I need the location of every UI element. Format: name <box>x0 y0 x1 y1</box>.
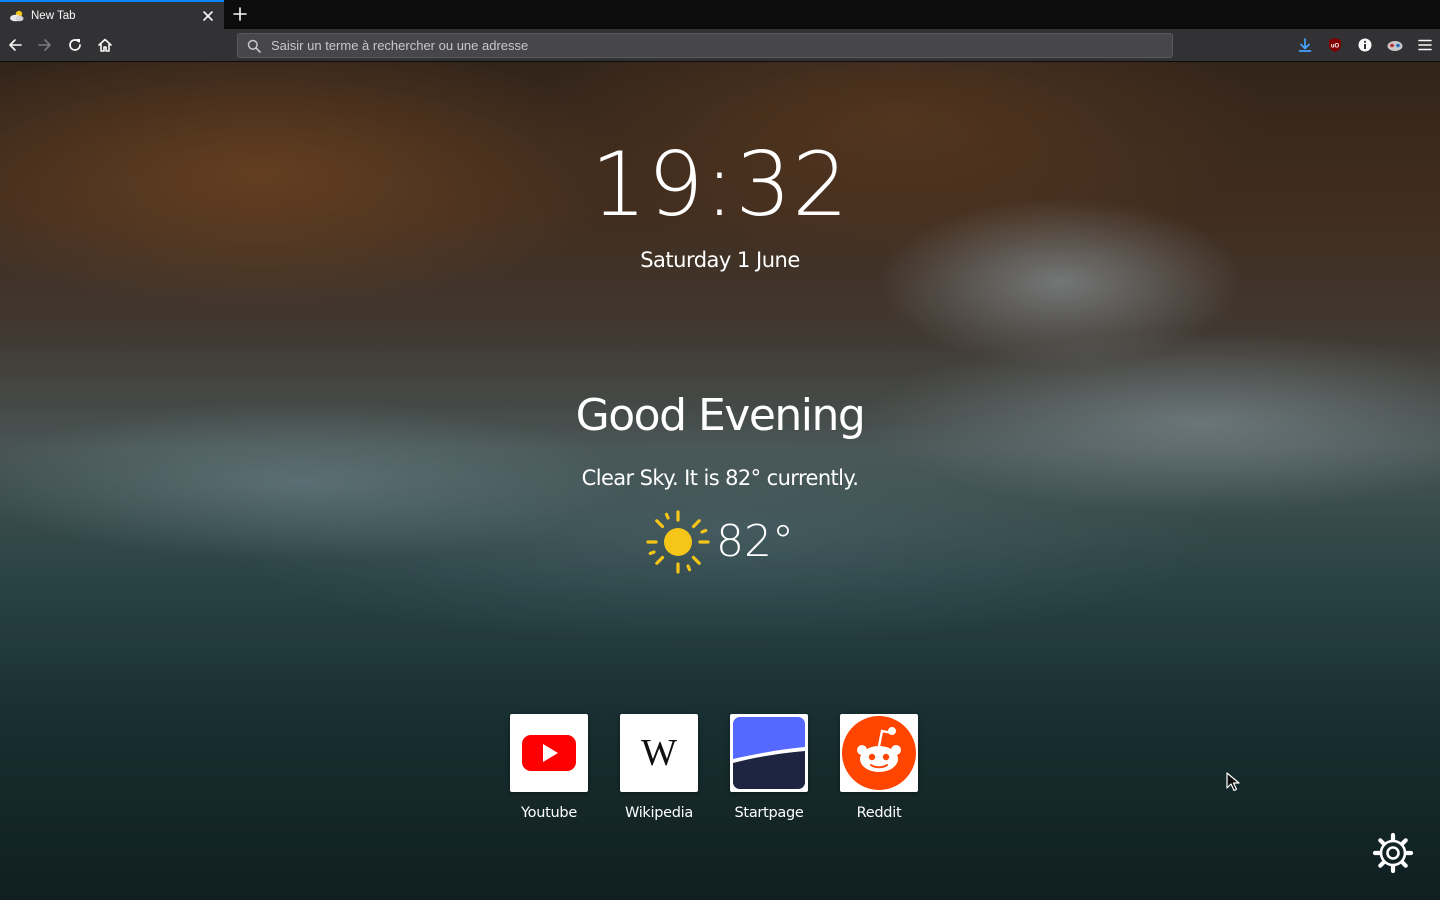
shortcut-wikipedia[interactable]: W Wikipedia <box>620 714 698 824</box>
tab-title: New Tab <box>31 9 76 22</box>
shortcuts-grid: Youtube W Wikipedia Startpage Reddit <box>510 714 930 824</box>
weather-favicon-icon <box>9 8 25 24</box>
address-bar[interactable] <box>237 33 1173 58</box>
greeting-text: Good Evening <box>575 390 866 441</box>
weather-summary: Clear Sky. It is 82° currently. <box>581 466 859 490</box>
tab-new-tab[interactable]: New Tab <box>0 0 224 29</box>
shortcut-label: Youtube <box>521 805 577 821</box>
shortcut-youtube[interactable]: Youtube <box>510 714 588 824</box>
wikipedia-icon: W <box>620 714 698 792</box>
navigation-toolbar: uO <box>0 29 1440 62</box>
clock-date: Saturday 1 June <box>640 248 800 272</box>
shortcut-label: Reddit <box>856 805 902 821</box>
shortcut-label: Startpage <box>734 805 804 821</box>
ublock-origin-icon[interactable]: uO <box>1325 35 1345 55</box>
reddit-icon <box>840 714 918 792</box>
url-input[interactable] <box>262 34 1172 57</box>
svg-text:uO: uO <box>1331 44 1340 50</box>
shortcut-startpage[interactable]: Startpage <box>730 714 808 824</box>
youtube-icon <box>510 714 588 792</box>
home-icon[interactable] <box>94 34 116 56</box>
new-tab-page: 19:32 Saturday 1 June Good Evening Clear… <box>0 62 1440 900</box>
forward-arrow-icon[interactable] <box>34 34 56 56</box>
search-icon <box>246 38 262 54</box>
info-icon[interactable] <box>1355 35 1375 55</box>
close-tab-icon[interactable] <box>198 6 218 26</box>
wikipedia-glyph: W <box>641 732 677 774</box>
tab-strip: New Tab <box>0 0 1440 29</box>
weather-widget: 82° <box>0 509 1440 575</box>
shortcut-reddit[interactable]: Reddit <box>840 714 918 824</box>
reload-icon[interactable] <box>64 34 86 56</box>
privacy-badger-icon[interactable] <box>1385 35 1405 55</box>
back-arrow-icon[interactable] <box>4 34 26 56</box>
clock-time: 19:32 <box>590 133 850 236</box>
shortcut-label: Wikipedia <box>624 805 694 821</box>
download-icon[interactable] <box>1295 35 1315 55</box>
mouse-cursor-icon <box>1226 772 1240 792</box>
hamburger-menu-icon[interactable] <box>1415 35 1435 55</box>
sun-icon <box>646 510 710 574</box>
startpage-icon <box>730 714 808 792</box>
new-tab-plus-icon[interactable] <box>230 4 250 24</box>
gear-icon[interactable] <box>1371 831 1415 875</box>
temperature: 82° <box>716 516 794 567</box>
